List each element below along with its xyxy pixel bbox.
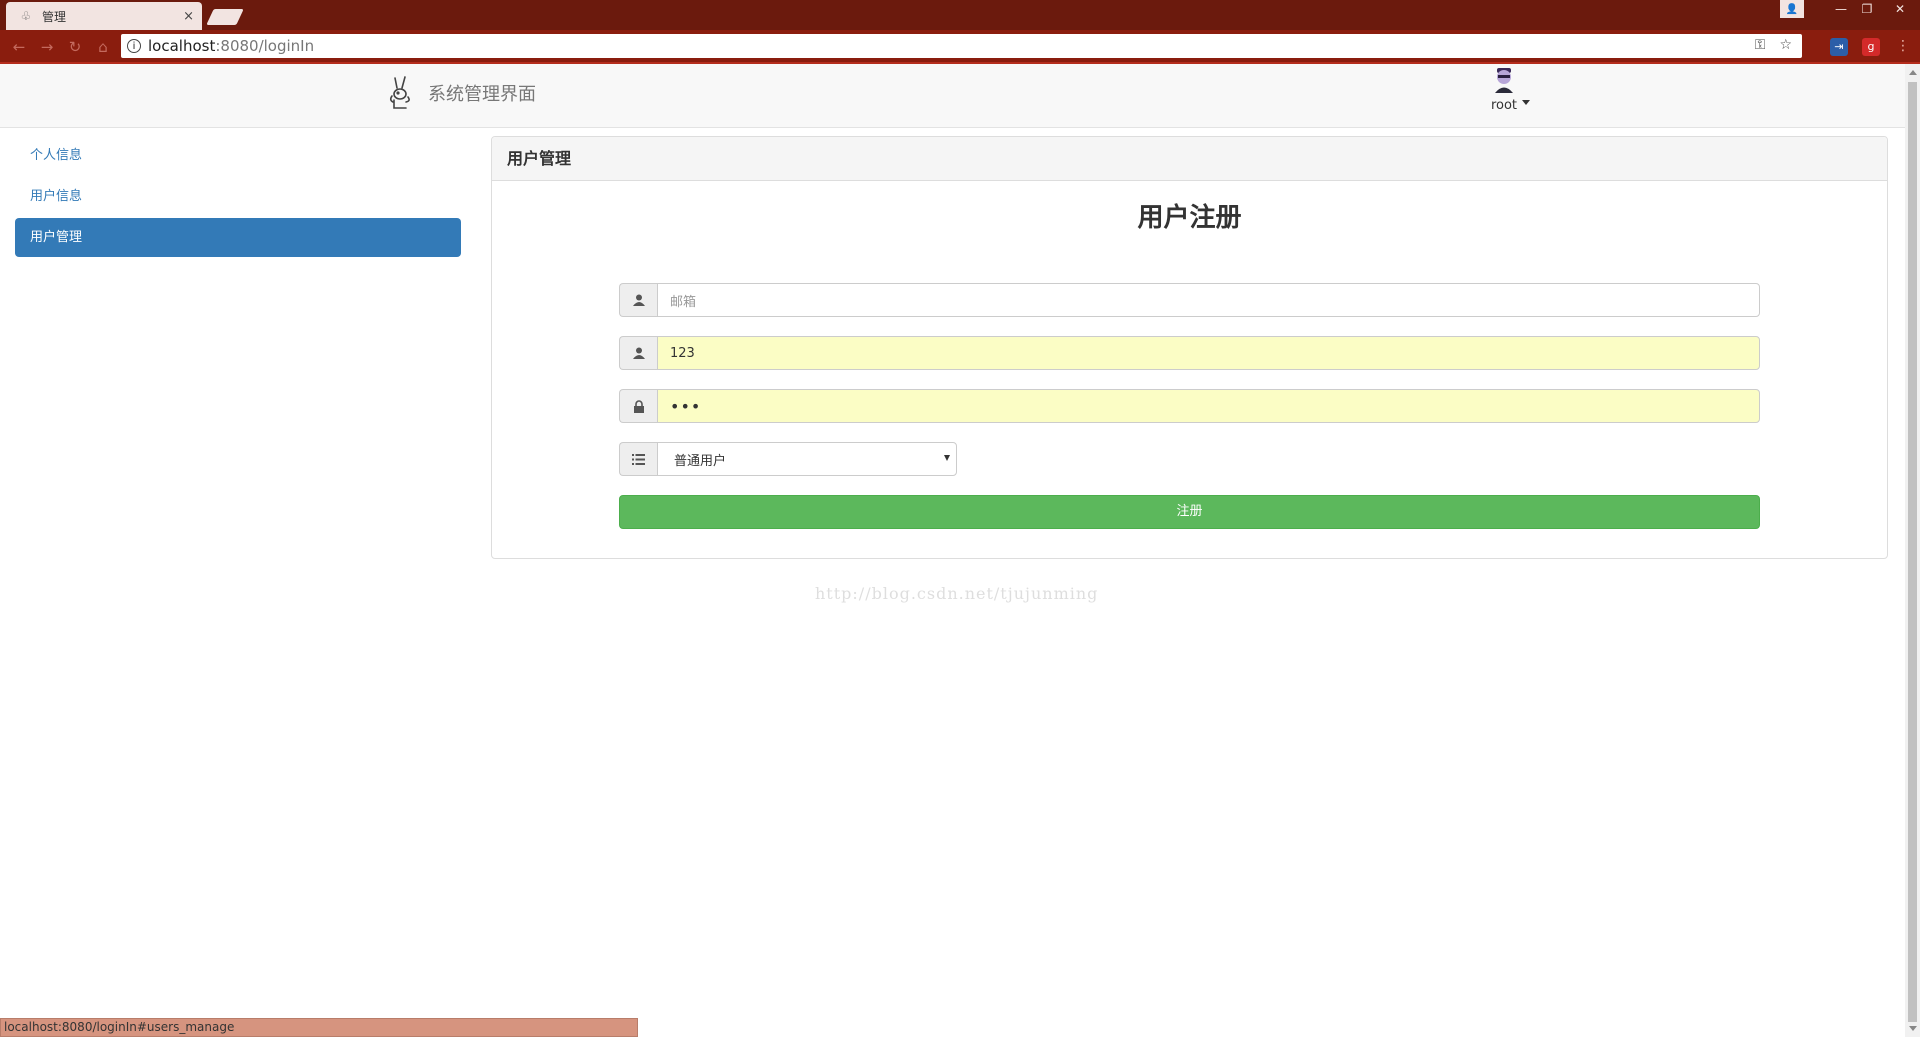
menu-icon[interactable]: ⋮ — [1896, 38, 1910, 54]
reload-icon[interactable]: ↻ — [66, 38, 84, 56]
password-field[interactable]: ••• — [657, 389, 1760, 423]
sidebar: 个人信息 用户信息 用户管理 — [15, 136, 461, 259]
lock-icon — [619, 389, 657, 423]
sidebar-item-user-info[interactable]: 用户信息 — [15, 177, 461, 216]
tab-close-icon[interactable]: × — [183, 9, 194, 24]
logo-icon — [389, 76, 410, 109]
sidebar-item-user-management[interactable]: 用户管理 — [15, 218, 461, 257]
bookmark-star-icon[interactable]: ☆ — [1779, 37, 1792, 53]
url-host: localhost — [148, 37, 216, 55]
form-title: 用户注册 — [1137, 203, 1242, 233]
password-group: ••• — [619, 389, 1760, 423]
user-management-panel: 用户管理 用户注册 邮箱 123 ••• 普通用户 注册 — [491, 136, 1888, 559]
role-group: 普通用户 — [619, 442, 957, 476]
avatar — [1495, 68, 1513, 93]
user-icon — [619, 336, 657, 370]
status-bar: localhost:8080/loginIn#users_manage — [0, 1018, 638, 1037]
home-icon[interactable]: ⌂ — [94, 38, 112, 56]
dropdown-arrow-icon — [944, 455, 950, 461]
browser-tab[interactable]: ♧ 管理 × — [6, 2, 202, 30]
user-menu[interactable]: root — [1474, 66, 1534, 113]
vertical-scrollbar[interactable] — [1905, 64, 1920, 1037]
forward-icon[interactable]: → — [38, 38, 56, 56]
panel-heading: 用户管理 — [492, 137, 1887, 181]
new-tab-button[interactable] — [206, 9, 244, 25]
window-controls: — ❐ ✕ — [1828, 0, 1920, 18]
brand-title: 系统管理界面 — [428, 84, 536, 105]
profile-icon[interactable]: 👤 — [1780, 0, 1804, 18]
scroll-down-icon[interactable] — [1909, 1026, 1917, 1031]
register-button[interactable]: 注册 — [619, 495, 1760, 529]
brand[interactable]: 系统管理界面 — [386, 74, 536, 112]
user-icon — [619, 283, 657, 317]
email-group: 邮箱 — [619, 283, 1760, 317]
info-icon[interactable]: i — [127, 39, 141, 53]
favicon-icon: ♧ — [20, 9, 32, 23]
browser-tabstrip: ♧ 管理 × 👤 — ❐ ✕ — [0, 0, 1920, 30]
extension-icon[interactable]: ⇥ — [1830, 38, 1848, 56]
url-path: :8080/loginIn — [215, 37, 315, 55]
address-bar[interactable]: i localhost:8080/loginIn ⚿ ☆ — [121, 34, 1802, 58]
role-select[interactable]: 普通用户 — [657, 442, 957, 476]
restore-icon[interactable]: ❐ — [1854, 0, 1880, 18]
username-group: 123 — [619, 336, 1760, 370]
browser-toolbar: ← → ↻ ⌂ i localhost:8080/loginIn ⚿ ☆ ⇥ g… — [0, 30, 1920, 64]
top-navbar: 系统管理界面 root — [0, 64, 1905, 128]
watermark: http://blog.csdn.net/tjujunming — [815, 584, 1099, 603]
back-icon[interactable]: ← — [10, 38, 28, 56]
list-icon — [619, 442, 657, 476]
scroll-thumb[interactable] — [1908, 82, 1917, 1022]
sidebar-item-personal-info[interactable]: 个人信息 — [15, 136, 461, 175]
minimize-icon[interactable]: — — [1828, 0, 1854, 18]
extension-icon[interactable]: g — [1862, 38, 1880, 56]
key-icon[interactable]: ⚿ — [1755, 37, 1766, 53]
role-select-value: 普通用户 — [674, 453, 727, 469]
caret-down-icon[interactable] — [1522, 100, 1530, 105]
close-icon[interactable]: ✕ — [1880, 0, 1920, 18]
page: 系统管理界面 root 个人信息 用户信息 用户管理 用户管理 用户注册 邮箱 — [0, 64, 1905, 1037]
scroll-up-icon[interactable] — [1909, 70, 1917, 75]
username-field[interactable]: 123 — [657, 336, 1760, 370]
email-field[interactable]: 邮箱 — [657, 283, 1760, 317]
tab-title: 管理 — [42, 9, 67, 24]
